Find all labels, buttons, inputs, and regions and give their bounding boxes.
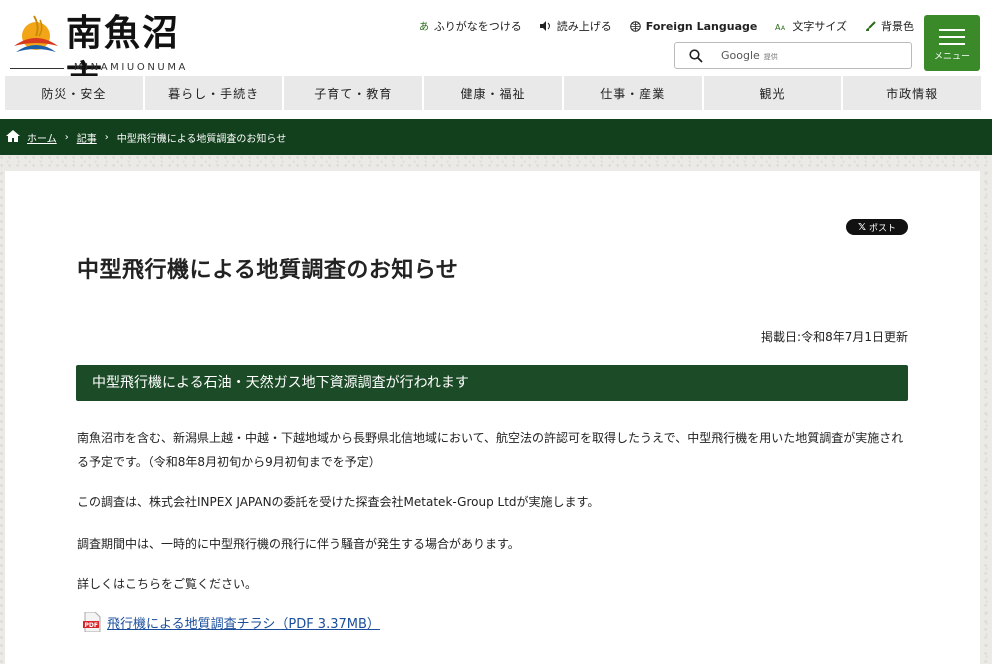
- nav-health-welfare[interactable]: 健康・福祉: [424, 76, 562, 110]
- search-icon: [689, 49, 703, 63]
- pdf-icon: PDF: [83, 612, 101, 632]
- svg-text:PDF: PDF: [85, 622, 98, 629]
- text-size-icon: AA: [775, 23, 786, 31]
- brush-icon: [866, 20, 876, 31]
- read-aloud-label: 読み上げる: [556, 20, 612, 33]
- background-color-link[interactable]: 背景色: [865, 18, 914, 34]
- x-logo-icon: 𝕏: [857, 221, 867, 233]
- nav-city-info[interactable]: 市政情報: [843, 76, 982, 110]
- nav-disaster-safety[interactable]: 防災・安全: [5, 76, 143, 110]
- article-paragraph: 調査期間中は、一時的に中型飛行機の飛行に伴う騒音が発生する場合があります。: [77, 537, 520, 551]
- site-header: 南魚沼市 MINAMIUONUMA あ ふりがなをつける 読み上げる Forei…: [0, 0, 992, 100]
- city-emblem-icon: [14, 15, 58, 52]
- furigana-link[interactable]: あ ふりがなをつける: [419, 18, 522, 34]
- x-post-button[interactable]: 𝕏 ポスト: [846, 219, 908, 235]
- menu-button[interactable]: メニュー: [924, 15, 980, 71]
- nav-childcare-education[interactable]: 子育て・教育: [284, 76, 423, 110]
- foreign-language-link[interactable]: Foreign Language: [629, 18, 758, 34]
- breadcrumb: ホーム › 記事 › 中型飛行機による地質調査のお知らせ: [0, 119, 992, 155]
- site-logo[interactable]: 南魚沼市 MINAMIUONUMA: [10, 10, 190, 100]
- nav-living-procedures[interactable]: 暮らし・手続き: [144, 76, 283, 110]
- page-title: 中型飛行機による地質調査のお知らせ: [77, 258, 459, 283]
- updated-date: 掲載日:令和8年7月1日更新: [761, 330, 908, 344]
- x-post-label: ポスト: [869, 223, 897, 234]
- breadcrumb-separator-icon: ›: [64, 132, 69, 143]
- svg-text:A: A: [781, 25, 786, 31]
- article-paragraph: 南魚沼市を含む、新潟県上越・中越・下越地域から長野県北信地域において、航空法の許…: [77, 431, 904, 469]
- hamburger-icon: [939, 29, 965, 50]
- menu-label: メニュー: [933, 52, 970, 62]
- read-aloud-link[interactable]: 読み上げる: [539, 18, 612, 34]
- utility-links: あ ふりがなをつける 読み上げる Foreign Language AA 文字サ…: [419, 18, 914, 34]
- background-color-label: 背景色: [881, 20, 914, 33]
- pdf-attachment-link[interactable]: PDF 飛行機による地質調査チラシ（PDF 3.37MB）: [83, 612, 380, 632]
- section-heading: 中型飛行機による石油・天然ガス地下資源調査が行われます: [76, 365, 908, 401]
- breadcrumb-separator-icon: ›: [104, 132, 109, 143]
- pdf-attachment-label[interactable]: 飛行機による地質調査チラシ（PDF 3.37MB）: [107, 613, 380, 632]
- article-paragraph: この調査は、株式会社INPEX JAPANの委託を受けた探査会社Metatek-…: [77, 495, 600, 509]
- article-paragraph: 詳しくはこちらをご覧ください。: [77, 577, 258, 591]
- breadcrumb-section[interactable]: 記事: [77, 130, 97, 145]
- search-provider-label: Google 提供: [721, 49, 778, 62]
- furigana-icon: あ: [419, 21, 429, 31]
- breadcrumb-current: 中型飛行機による地質調査のお知らせ: [116, 134, 287, 145]
- logo-subtext: MINAMIUONUMA: [73, 62, 188, 73]
- text-size-link[interactable]: AA 文字サイズ: [775, 18, 847, 34]
- nav-work-industry[interactable]: 仕事・産業: [563, 76, 702, 110]
- speaker-icon: [539, 21, 550, 31]
- foreign-language-label: Foreign Language: [645, 19, 758, 33]
- global-nav: 防災・安全 暮らし・手続き 子育て・教育 健康・福祉 仕事・産業 観光 市政情報: [5, 76, 982, 110]
- furigana-label: ふりがなをつける: [433, 20, 522, 33]
- nav-tourism[interactable]: 観光: [703, 76, 842, 110]
- svg-text:あ: あ: [419, 21, 429, 31]
- globe-icon: [629, 20, 641, 32]
- site-search[interactable]: Google 提供: [674, 42, 912, 69]
- home-icon: [6, 130, 20, 142]
- text-size-label: 文字サイズ: [792, 20, 847, 33]
- breadcrumb-home[interactable]: ホーム: [27, 130, 57, 145]
